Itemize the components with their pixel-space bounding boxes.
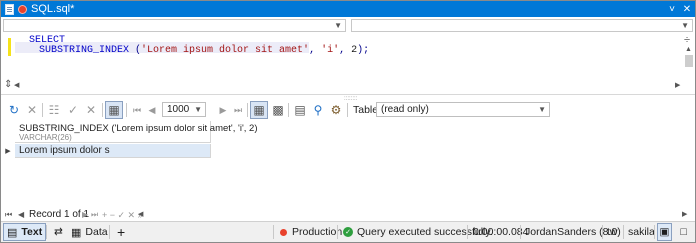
toolbar-divider [288, 103, 289, 117]
code-comma: , [339, 45, 352, 56]
column-header-type: VARCHAR(26) [19, 133, 72, 142]
last-record-icon[interactable]: ⏭ [91, 209, 98, 221]
status-divider [623, 225, 624, 239]
toggle-panel-icon[interactable]: □ [676, 223, 691, 241]
table-select-value: (read only) [381, 104, 429, 115]
record-edit-controls[interactable]: + − ✓ ✕ » [102, 209, 143, 221]
status-divider [520, 225, 521, 239]
chevron-down-icon: ▼ [538, 105, 546, 114]
first-record-icon[interactable]: ⏮ [5, 209, 12, 221]
code-paren: ( [129, 45, 142, 56]
record-counter: Record 1 of 1 [29, 209, 90, 220]
sql-code[interactable]: SELECT SUBSTRING_INDEX ('Lorem ipsum dol… [29, 36, 369, 56]
previous-page-icon[interactable]: ◀ [143, 101, 161, 119]
scroll-left-icon[interactable]: ◀ [14, 81, 19, 89]
record-navigator: ⏮ ◀ Record 1 of 1 ▶ ⏭ + − ✓ ✕ » ◀ ▶ [1, 209, 695, 221]
toolbar-divider [247, 103, 248, 117]
grid-icon: ▦ [71, 226, 82, 239]
next-record-icon[interactable]: ▶ [82, 209, 88, 221]
add-tab-button[interactable]: + [114, 223, 128, 241]
filter-icon[interactable]: ⚙ [327, 101, 345, 119]
grid-mode-icon[interactable]: ▦ [105, 101, 123, 119]
editor-horizontal-scrollbar[interactable]: ⇕ ◀ ▶ [1, 79, 695, 93]
code-line-2: SUBSTRING_INDEX ('Lorem ipsum dolor sit … [39, 46, 369, 56]
chevron-down-icon[interactable]: ˅ [665, 1, 679, 17]
production-dot-icon [280, 228, 287, 236]
split-icon[interactable]: ÷ [684, 34, 690, 46]
document-tab[interactable]: SQL.sql* ˅ ✕ [1, 1, 695, 17]
discard-changes-icon[interactable]: ✕ [82, 101, 100, 119]
chevron-down-icon: ▼ [334, 21, 342, 30]
execution-status: ✓ Query executed successfully. [343, 222, 493, 242]
data-view-label: Data [85, 226, 108, 238]
refresh-icon[interactable]: ↻ [5, 101, 23, 119]
status-divider [467, 225, 468, 239]
table-select[interactable]: (read only) ▼ [376, 102, 550, 117]
columns-icon[interactable]: ▤ [291, 101, 309, 119]
status-divider [602, 225, 603, 239]
connection-short: tw [607, 226, 618, 238]
swap-icon[interactable]: ⇄ [51, 223, 66, 241]
text-view-button[interactable]: ▤ Text [3, 223, 47, 241]
editor-vertical-scrollbar[interactable]: ÷ ▲ [684, 34, 694, 75]
modified-lines-marker [8, 38, 11, 56]
string-literal: 'Lorem ipsum dolor sit amet' [141, 45, 310, 56]
toolbar-divider [42, 103, 43, 117]
table-cell[interactable]: Lorem ipsum dolor s [15, 144, 211, 158]
function-name: SUBSTRING_INDEX [39, 45, 130, 56]
data-view-button[interactable]: ▦ Data [68, 223, 111, 241]
toolbar-divider [126, 103, 127, 117]
environment-label: Production [292, 226, 343, 238]
row-limit-value: 1000 [167, 104, 190, 115]
post-changes-icon[interactable]: ☷ [45, 101, 63, 119]
cancel-icon[interactable]: ✕ [23, 101, 41, 119]
scroll-left-icon[interactable]: ◀ [138, 209, 143, 221]
code-comma: , [309, 45, 322, 56]
status-divider [273, 225, 274, 239]
split-horizontal-icon[interactable]: ⇕ [4, 79, 12, 90]
grid-view-icon[interactable]: ▦ [250, 101, 268, 119]
environment-indicator[interactable]: Production [280, 222, 342, 242]
current-database: sakila [628, 226, 655, 238]
grid-toolbar: ↻ ✕ ☷ ✓ ✕ ▦ ⏮ ◀ 1000 ▼ ▶ ⏭ ▦ ▩ ▤ ⚲ ⚙ Tab… [1, 100, 695, 120]
scrollbar-thumb[interactable] [685, 55, 693, 67]
previous-record-icon[interactable]: ◀ [18, 209, 24, 221]
document-title: SQL.sql* [31, 3, 75, 15]
connection-select[interactable]: ▼ [3, 19, 346, 32]
close-icon[interactable]: ✕ [680, 1, 694, 17]
status-bar: ▤ Text ⇄ ▦ Data + Production ✓ Query exe… [1, 221, 695, 242]
current-row-indicator-icon: ▶ [5, 148, 11, 155]
status-divider [46, 225, 47, 239]
editor-gutter [1, 33, 15, 77]
string-literal: 'i' [321, 45, 340, 56]
toolbar-divider [347, 103, 348, 117]
chevron-down-icon: ▼ [194, 105, 202, 114]
column-header[interactable]: SUBSTRING_INDEX ('Lorem ipsum dolor sit … [15, 121, 257, 143]
chevron-down-icon: ▼ [681, 21, 689, 30]
connection-selector-row: ▼ ▼ [1, 18, 695, 32]
sql-editor-window: SQL.sql* ˅ ✕ ▼ ▼ SELECT SUBSTRING_INDEX … [0, 0, 696, 243]
toggle-results-panel-icon[interactable]: ▣ [657, 223, 672, 241]
status-divider [654, 225, 655, 239]
table-label: Table [353, 104, 379, 116]
code-paren: ); [357, 45, 370, 56]
search-icon[interactable]: ⚲ [309, 101, 327, 119]
form-view-icon[interactable]: ▩ [269, 101, 287, 119]
text-view-label: Text [21, 226, 43, 238]
success-check-icon: ✓ [343, 227, 353, 237]
status-divider [337, 225, 338, 239]
production-color-icon [18, 4, 27, 14]
panel-splitter[interactable]: :::::::: [1, 94, 695, 102]
text-view-icon: ▤ [7, 226, 18, 239]
status-divider [109, 225, 110, 239]
toolbar-divider [102, 103, 103, 117]
last-page-icon[interactable]: ⏭ [229, 101, 247, 119]
apply-changes-icon[interactable]: ✓ [64, 101, 82, 119]
scroll-right-icon[interactable]: ▶ [675, 81, 680, 89]
scroll-up-icon[interactable]: ▲ [685, 46, 692, 53]
database-select[interactable]: ▼ [351, 19, 693, 32]
scroll-right-icon[interactable]: ▶ [682, 209, 687, 221]
row-limit-select[interactable]: 1000 ▼ [162, 102, 206, 117]
sql-file-icon [5, 3, 14, 15]
